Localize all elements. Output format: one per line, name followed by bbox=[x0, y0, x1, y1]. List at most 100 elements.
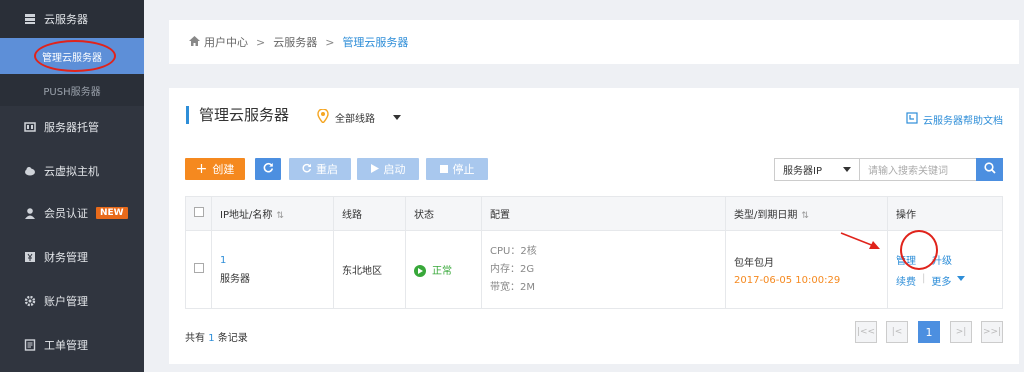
location-pin-icon bbox=[317, 108, 329, 126]
sidebar-item-member-auth[interactable]: 会员认证 NEW bbox=[0, 192, 144, 234]
type-expire-cell: 包年包月 2017-06-05 10:00:29 bbox=[725, 230, 888, 309]
record-count: 共有 1 条记录 bbox=[185, 329, 248, 344]
breadcrumb: 用户中心 > 云服务器 > 管理云服务器 bbox=[169, 20, 1019, 64]
sidebar-item-virtual-host[interactable]: 云虚拟主机 bbox=[0, 150, 144, 192]
gear-icon bbox=[24, 295, 36, 307]
sidebar-item-label: 账户管理 bbox=[44, 295, 88, 308]
record-count-value: 1 bbox=[208, 333, 215, 344]
col-line: 线路 bbox=[333, 196, 406, 231]
list-icon bbox=[24, 339, 36, 351]
sidebar-item-label: 工单管理 bbox=[44, 339, 88, 352]
col-ip-name[interactable]: IP地址/名称 ⇅ bbox=[211, 196, 334, 231]
restart-button[interactable]: 重启 bbox=[289, 158, 351, 180]
select-all-checkbox[interactable] bbox=[194, 207, 204, 217]
sort-icon: ⇅ bbox=[276, 211, 284, 221]
search-type-value: 服务器IP bbox=[783, 166, 822, 177]
col-status: 状态 bbox=[405, 196, 482, 231]
search-type-select[interactable]: 服务器IP bbox=[774, 158, 860, 181]
sidebar-subitem-label: 管理云服务器 bbox=[42, 52, 102, 64]
search-button[interactable] bbox=[976, 158, 1003, 181]
config-cell: CPU：2核 内存：2G 带宽：2M bbox=[481, 230, 726, 309]
col-type-expire[interactable]: 类型/到期日期 ⇅ bbox=[725, 196, 888, 231]
server-ip-link[interactable]: 1 bbox=[220, 255, 333, 266]
page-title: 管理云服务器 bbox=[186, 106, 289, 124]
breadcrumb-separator: > bbox=[325, 35, 335, 49]
sidebar-item-tickets[interactable]: 工单管理 bbox=[0, 324, 144, 366]
renew-link[interactable]: 续费 bbox=[896, 273, 916, 288]
status-text: 正常 bbox=[432, 266, 452, 277]
current-page-number: 1 bbox=[925, 325, 933, 339]
upgrade-link[interactable]: 升级 bbox=[932, 252, 952, 267]
stop-icon bbox=[439, 163, 448, 176]
start-label: 启动 bbox=[383, 163, 406, 176]
col-config: 配置 bbox=[481, 196, 726, 231]
sidebar-item-label: 服务器托管 bbox=[44, 121, 99, 134]
sidebar-item-cloud-server[interactable]: 云服务器 bbox=[0, 0, 144, 38]
running-status-icon bbox=[414, 265, 426, 277]
config-bandwidth: 带宽：2M bbox=[490, 281, 535, 293]
stop-label: 停止 bbox=[452, 163, 475, 176]
expire-date: 2017-06-05 10:00:29 bbox=[734, 274, 841, 286]
yen-icon bbox=[24, 251, 36, 263]
col-ip-name-label: IP地址/名称 bbox=[220, 210, 273, 221]
sort-icon: ⇅ bbox=[801, 211, 809, 221]
manage-link[interactable]: 管理 bbox=[896, 252, 916, 267]
sidebar-item-label: 会员认证 bbox=[44, 207, 88, 220]
plus-icon: + bbox=[195, 161, 208, 177]
help-doc-link[interactable]: 云服务器帮助文档 bbox=[906, 112, 1003, 127]
breadcrumb-current: 管理云服务器 bbox=[342, 36, 409, 49]
home-icon bbox=[189, 35, 200, 49]
status-cell: 正常 bbox=[405, 230, 482, 309]
col-config-label: 配置 bbox=[490, 210, 510, 221]
sidebar-subitem-manage-cloud-server[interactable]: 管理云服务器 bbox=[0, 38, 144, 74]
refresh-button[interactable] bbox=[255, 158, 281, 180]
sidebar-item-finance[interactable]: 财务管理 bbox=[0, 236, 144, 278]
record-count-suffix: 条记录 bbox=[217, 333, 248, 344]
line-cell: 东北地区 bbox=[333, 230, 406, 309]
search-input[interactable]: 请输入搜索关键词 bbox=[859, 158, 977, 181]
next-page-button[interactable]: >| bbox=[950, 321, 972, 343]
first-page-icon: |<< bbox=[856, 327, 876, 337]
line-select-value: 全部线路 bbox=[335, 114, 375, 125]
last-page-button[interactable]: >>| bbox=[981, 321, 1003, 343]
prev-page-button[interactable]: |< bbox=[886, 321, 908, 343]
sidebar-item-label: 财务管理 bbox=[44, 251, 88, 264]
row-checkbox[interactable] bbox=[194, 263, 204, 273]
select-all-cell bbox=[185, 196, 212, 231]
col-type-expire-label: 类型/到期日期 bbox=[734, 210, 798, 221]
breadcrumb-home[interactable]: 用户中心 bbox=[204, 34, 248, 50]
sidebar-subitem-push-server[interactable]: PUSH服务器 bbox=[0, 74, 144, 106]
first-page-button[interactable]: |<< bbox=[855, 321, 877, 343]
create-button[interactable]: + 创建 bbox=[185, 158, 245, 180]
billing-type: 包年包月 bbox=[734, 257, 774, 269]
sidebar: 云服务器 管理云服务器 PUSH服务器 服务器托管 云虚拟主机 会员认证 NEW… bbox=[0, 0, 144, 372]
start-button[interactable]: 启动 bbox=[357, 158, 419, 180]
table-header-row: IP地址/名称 ⇅ 线路 状态 配置 类型/到期日期 ⇅ 操作 bbox=[185, 196, 1003, 231]
sidebar-item-label: 云虚拟主机 bbox=[44, 165, 99, 178]
create-label: 创建 bbox=[212, 163, 235, 176]
config-memory: 内存：2G bbox=[490, 263, 535, 275]
new-badge: NEW bbox=[96, 207, 128, 219]
last-page-icon: >>| bbox=[982, 327, 1002, 337]
line-select[interactable]: 全部线路 bbox=[317, 108, 401, 126]
table-row: 1 服务器 东北地区 正常 CPU：2核 内存：2G 带宽：2M 包年包月 20… bbox=[185, 230, 1003, 309]
server-hosting-icon bbox=[24, 121, 36, 133]
cloud-host-icon bbox=[24, 165, 36, 177]
sidebar-item-hosting[interactable]: 服务器托管 bbox=[0, 106, 144, 148]
col-actions-label: 操作 bbox=[896, 210, 916, 221]
help-doc-label: 云服务器帮助文档 bbox=[923, 116, 1003, 127]
document-icon bbox=[906, 112, 918, 127]
sidebar-item-account[interactable]: 账户管理 bbox=[0, 280, 144, 322]
record-count-prefix: 共有 bbox=[185, 333, 205, 344]
next-page-icon: >| bbox=[955, 327, 967, 337]
current-page-button[interactable]: 1 bbox=[918, 321, 940, 343]
breadcrumb-cloud-server[interactable]: 云服务器 bbox=[273, 34, 317, 50]
search-icon bbox=[983, 162, 996, 177]
stop-button[interactable]: 停止 bbox=[426, 158, 488, 180]
action-separator: | bbox=[922, 272, 926, 284]
more-link[interactable]: 更多 bbox=[931, 273, 951, 288]
caret-down-icon bbox=[843, 164, 851, 175]
refresh-icon bbox=[263, 162, 274, 176]
server-name: 服务器 bbox=[220, 273, 250, 285]
caret-down-icon bbox=[393, 112, 401, 123]
